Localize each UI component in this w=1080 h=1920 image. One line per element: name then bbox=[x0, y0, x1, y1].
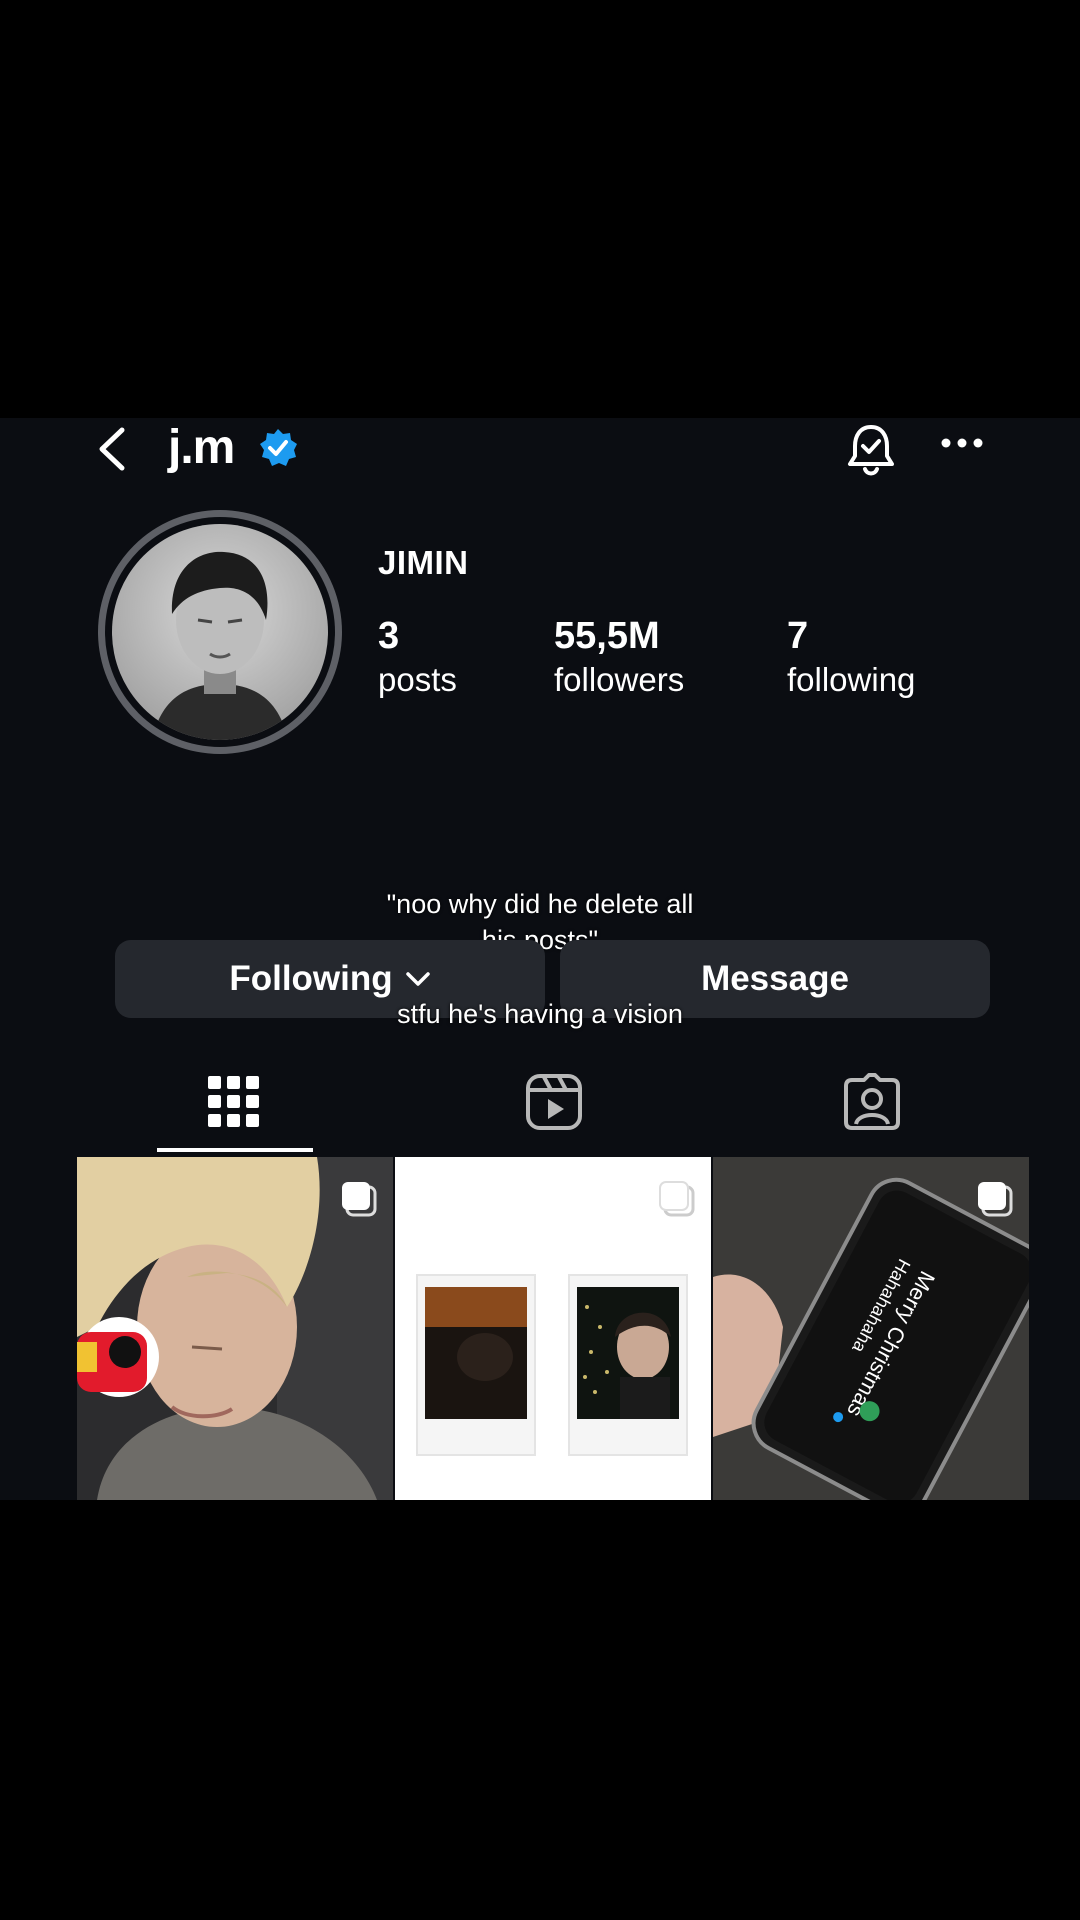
profile-username: j.m bbox=[168, 421, 235, 474]
message-button-label: Message bbox=[701, 959, 849, 998]
stat-followers-value: 55,5M bbox=[554, 615, 660, 657]
verified-icon bbox=[260, 429, 297, 466]
caption-overlay-bottom: stfu he's having a vision bbox=[0, 996, 1080, 1032]
stat-following-value: 7 bbox=[787, 615, 809, 657]
more-icon[interactable] bbox=[940, 436, 984, 450]
multi-post-icon bbox=[342, 1182, 377, 1217]
profile-screen: j.m JIMIN 3 posts 55,5M followers 7 foll… bbox=[0, 418, 1080, 1500]
chevron-down-icon bbox=[405, 972, 430, 986]
caption-line-1: "noo why did he delete all bbox=[386, 889, 694, 919]
multi-post-icon bbox=[659, 1181, 695, 1217]
stat-following[interactable]: 7 following bbox=[787, 614, 915, 702]
reels-icon[interactable] bbox=[524, 1072, 584, 1132]
multi-post-icon bbox=[978, 1182, 1013, 1217]
post-thumbnail-2[interactable] bbox=[395, 1157, 711, 1500]
tagged-icon[interactable] bbox=[842, 1072, 902, 1132]
avatar-ring[interactable] bbox=[98, 510, 342, 754]
bell-icon[interactable] bbox=[844, 422, 898, 478]
caption-line-3: stfu he's having a vision bbox=[397, 999, 683, 1029]
stat-posts-label: posts bbox=[378, 661, 457, 698]
following-button-label: Following bbox=[229, 959, 393, 998]
display-name: JIMIN bbox=[378, 544, 469, 581]
post-thumbnail-1[interactable] bbox=[77, 1157, 393, 1500]
grid-icon[interactable] bbox=[204, 1072, 264, 1132]
top-bar: j.m bbox=[0, 418, 1080, 478]
stat-followers-label: followers bbox=[554, 661, 685, 698]
stat-following-label: following bbox=[787, 661, 916, 698]
post-thumbnail-3[interactable]: Merry Christmas Hahahahaha bbox=[713, 1157, 1029, 1500]
avatar bbox=[112, 524, 328, 740]
stat-followers[interactable]: 55,5M followers bbox=[554, 614, 684, 702]
active-tab-indicator bbox=[157, 1148, 313, 1152]
stat-posts-value: 3 bbox=[378, 615, 400, 657]
avatar-photo bbox=[112, 524, 328, 740]
back-icon[interactable] bbox=[92, 424, 132, 474]
stat-posts[interactable]: 3 posts bbox=[378, 614, 457, 702]
